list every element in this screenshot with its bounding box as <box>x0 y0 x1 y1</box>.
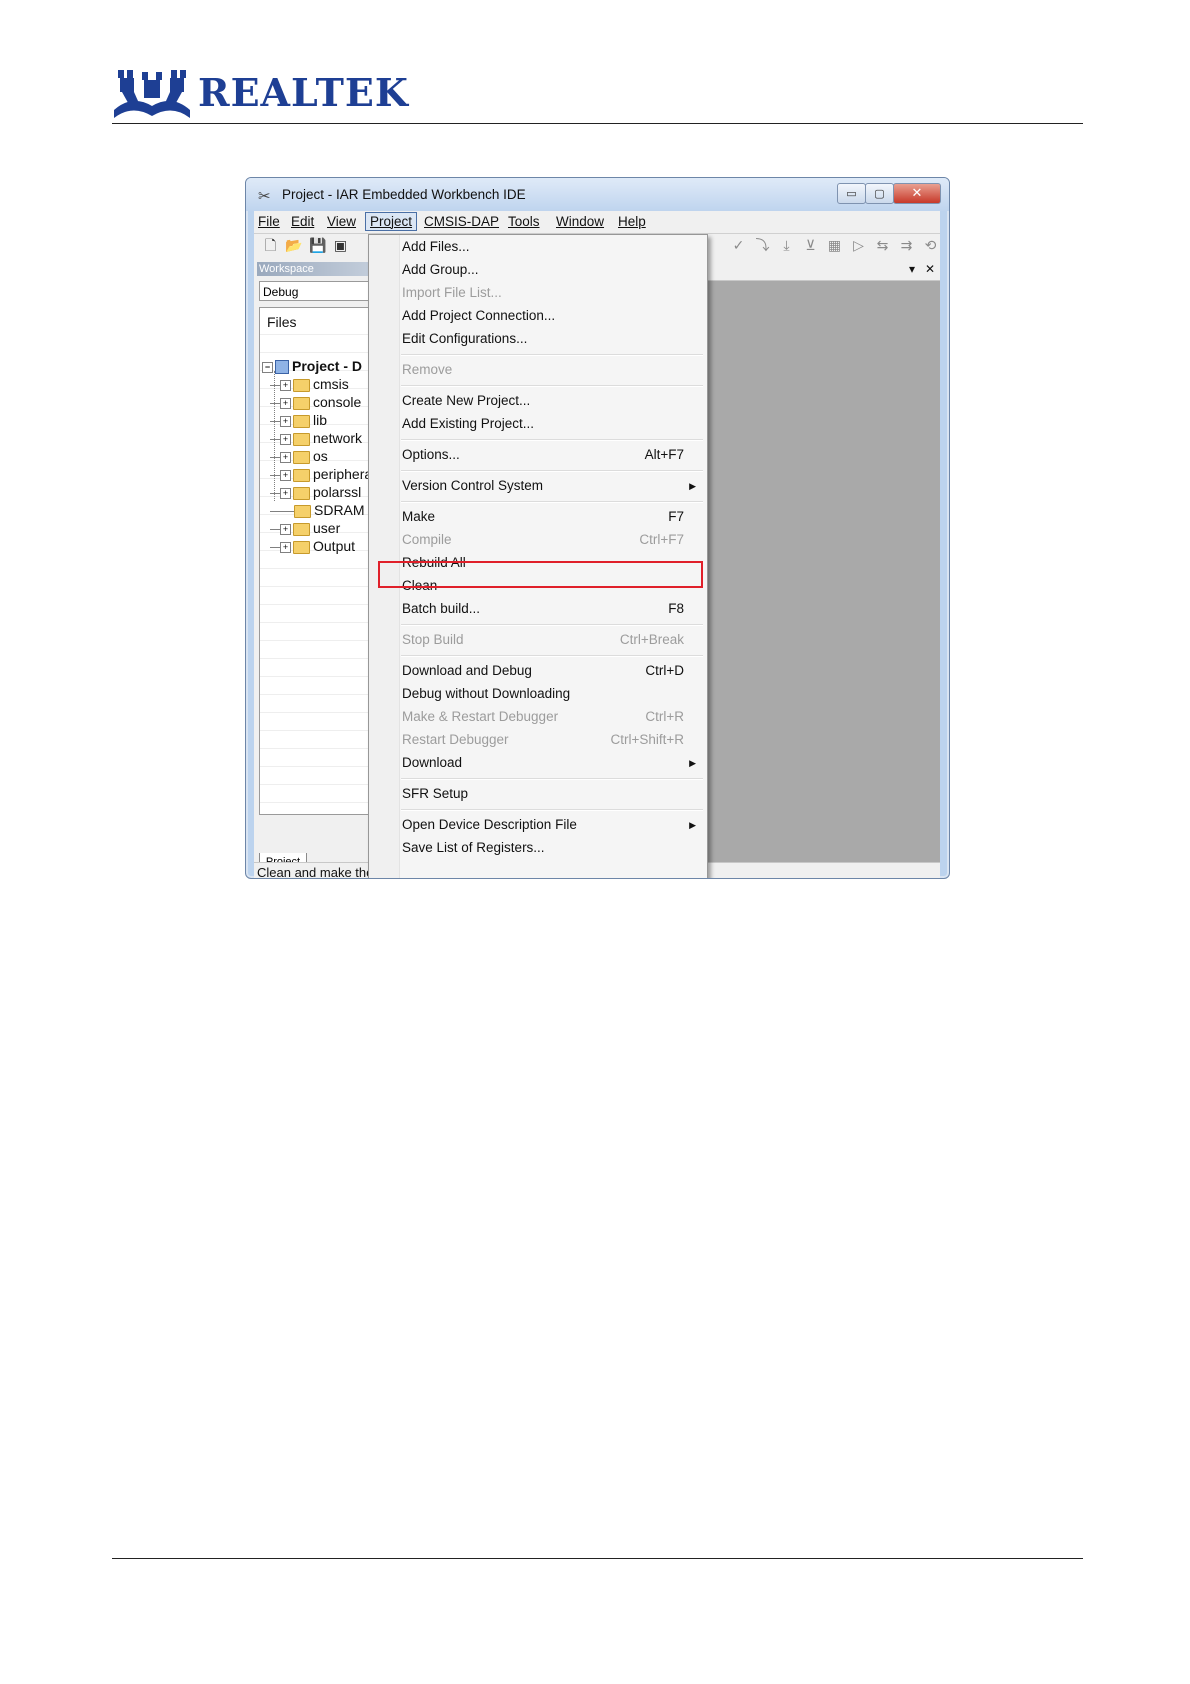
save-all-icon[interactable]: ▣ <box>332 238 349 255</box>
menu-item-add-existing-project[interactable]: Add Existing Project... <box>402 413 702 435</box>
tree-item-cmsis[interactable]: + cmsis <box>270 375 349 393</box>
menu-item-options[interactable]: Options... Alt+F7 <box>402 444 702 466</box>
menu-item-make[interactable]: Make F7 <box>402 506 702 528</box>
menu-item-sfr-setup[interactable]: SFR Setup <box>402 783 702 805</box>
folder-icon <box>294 504 311 518</box>
tree-item-sdram[interactable]: SDRAM <box>270 501 365 519</box>
toggle-breakpoint-icon[interactable]: ▦ <box>826 238 843 255</box>
close-button[interactable]: ✕ <box>893 183 941 204</box>
iar-tools-icon: ✂ <box>258 187 271 205</box>
menu-item-add-group[interactable]: Add Group... <box>402 259 702 281</box>
tree-project-node[interactable]: − Project - D <box>262 357 362 375</box>
compile-icon[interactable]: ⤵ <box>754 238 771 255</box>
header-rule <box>112 123 1083 124</box>
download-debug-icon[interactable]: ⇆ <box>874 238 891 255</box>
minimize-button[interactable]: ▭ <box>837 183 866 204</box>
make-icon[interactable]: ⤓ <box>778 238 795 255</box>
restart-icon[interactable]: ⟲ <box>922 238 939 255</box>
tree-item-polarssl[interactable]: + polarssl <box>270 483 361 501</box>
menu-item-batch-build[interactable]: Batch build... F8 <box>402 598 702 620</box>
stop-build-icon[interactable]: ⊻ <box>802 238 819 255</box>
window-title: Project - IAR Embedded Workbench IDE <box>282 187 526 202</box>
menu-cmsis-dap[interactable]: CMSIS-DAP <box>424 214 499 229</box>
tree-item-os[interactable]: + os <box>270 447 328 465</box>
file-tree: Files − Project - D + cmsis + console + lib … <box>259 307 377 815</box>
folder-icon <box>293 486 310 500</box>
menu-bar: File Edit View Project CMSIS-DAP Tools W… <box>254 211 940 234</box>
folder-icon <box>293 432 310 446</box>
title-bar: ✂ Project - IAR Embedded Workbench IDE ▭… <box>246 178 949 211</box>
menu-item-version-control[interactable]: Version Control System ▶ <box>402 475 702 497</box>
tree-item-lib[interactable]: + lib <box>270 411 327 429</box>
menu-item-make-restart-debugger[interactable]: Make & Restart Debugger Ctrl+R <box>402 706 702 728</box>
menu-help[interactable]: Help <box>618 214 646 229</box>
folder-icon <box>293 450 310 464</box>
menu-item-download-and-debug[interactable]: Download and Debug Ctrl+D <box>402 660 702 682</box>
folder-icon <box>293 396 310 410</box>
menu-item-debug-without-downloading[interactable]: Debug without Downloading <box>402 683 702 705</box>
menu-item-edit-configurations[interactable]: Edit Configurations... <box>402 328 702 350</box>
folder-icon <box>293 414 310 428</box>
tree-item-peripheral[interactable]: + peripheral <box>270 465 375 483</box>
window-controls: ▭ ▢ ✕ <box>837 183 941 204</box>
save-icon[interactable]: 💾 <box>309 238 326 255</box>
menu-item-restart-debugger[interactable]: Restart Debugger Ctrl+Shift+R <box>402 729 702 751</box>
ide-window: ✂ Project - IAR Embedded Workbench IDE ▭… <box>245 177 950 879</box>
check-icon[interactable]: ✓ <box>730 238 747 255</box>
tree-item-user[interactable]: + user <box>270 519 340 537</box>
files-column-header: Files <box>267 314 297 330</box>
menu-tools[interactable]: Tools <box>508 214 540 229</box>
menu-item-open-device-description[interactable]: Open Device Description File ▶ <box>402 814 702 836</box>
submenu-arrow-icon: ▶ <box>689 820 696 830</box>
folder-icon <box>293 522 310 536</box>
menu-item-add-project-connection[interactable]: Add Project Connection... <box>402 305 702 327</box>
maximize-button[interactable]: ▢ <box>865 183 894 204</box>
realtek-logo: REALTEK <box>112 66 408 124</box>
menu-item-stop-build[interactable]: Stop Build Ctrl+Break <box>402 629 702 651</box>
menu-item-import-file-list[interactable]: Import File List... <box>402 282 702 304</box>
workspace-pane: Workspace Debug Files − Project - D + cmsi… <box>254 260 379 872</box>
debug-no-download-icon[interactable]: ⇉ <box>898 238 915 255</box>
tree-item-network[interactable]: + network <box>270 429 362 447</box>
submenu-arrow-icon: ▶ <box>689 481 696 491</box>
folder-icon <box>293 468 310 482</box>
menu-item-compile[interactable]: Compile Ctrl+F7 <box>402 529 702 551</box>
menu-item-save-list-of-registers[interactable]: Save List of Registers... <box>402 837 702 859</box>
menu-item-create-new-project[interactable]: Create New Project... <box>402 390 702 412</box>
folder-icon <box>293 378 310 392</box>
menu-window[interactable]: Window <box>556 214 604 229</box>
realtek-emblem-icon <box>114 70 190 118</box>
tree-item-output[interactable]: + Output <box>270 537 355 555</box>
tab-list-icon[interactable]: ▾ <box>909 262 915 276</box>
menu-item-add-files[interactable]: Add Files... <box>402 236 702 258</box>
status-text: Clean and make the <box>257 865 374 879</box>
menu-item-remove[interactable]: Remove <box>402 359 702 381</box>
config-select[interactable]: Debug <box>259 281 377 301</box>
folder-icon <box>293 540 310 554</box>
menu-edit[interactable]: Edit <box>291 214 314 229</box>
menu-project[interactable]: Project <box>365 212 418 231</box>
open-folder-icon[interactable]: 📂 <box>285 238 302 255</box>
tree-item-console[interactable]: + console <box>270 393 361 411</box>
footer-rule <box>112 1558 1083 1559</box>
menu-view[interactable]: View <box>327 214 356 229</box>
menu-file[interactable]: File <box>258 214 280 229</box>
realtek-wordmark: REALTEK <box>198 70 409 115</box>
debug-icon[interactable]: ▷ <box>850 238 867 255</box>
new-file-icon[interactable]: 🗋 <box>262 238 279 255</box>
menu-item-download[interactable]: Download ▶ <box>402 752 702 774</box>
submenu-arrow-icon: ▶ <box>689 758 696 768</box>
project-icon <box>275 360 289 375</box>
rebuild-all-highlight-box <box>378 561 703 588</box>
project-menu-dropdown: Add Files... Add Group... Import File Li… <box>368 234 708 878</box>
workspace-label: Workspace <box>257 262 379 276</box>
close-editor-icon[interactable]: ✕ <box>925 262 935 276</box>
